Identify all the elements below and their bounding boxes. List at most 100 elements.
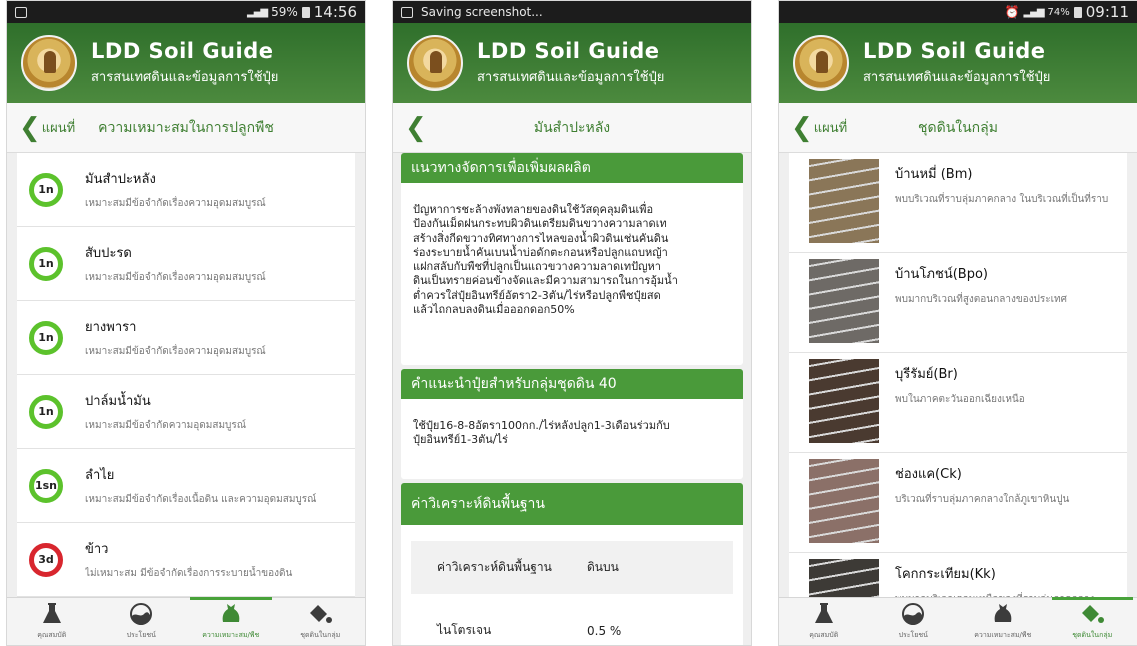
management-text: ปัญหาการชะล้างพังทลายของดินใช้วัสดุคลุมด… <box>401 183 743 331</box>
battery-percent: 59% <box>271 5 298 19</box>
soil-series-item[interactable]: ช่องแค(Ck) บริเวณที่ราบลุ่มภาคกลางใกล้ภูเ… <box>789 453 1127 553</box>
crop-detail-scroll[interactable]: แนวทางจัดการเพื่อเพิ่มผลผลิต ปัญหาการชะล… <box>393 153 751 645</box>
crop-list-container[interactable]: 1n มันสำปะหลังเหมาะสมมีข้อจำกัดเรื่องความ… <box>7 153 365 597</box>
status-time: 14:56 <box>313 3 357 21</box>
tab-label: ชุดดินในกลุ่ม <box>1072 631 1113 639</box>
analysis-table: ค่าวิเคราะห์ดินพื้นฐาน ดินบน ไนโตรเจน 0.… <box>411 541 733 645</box>
phone-screen-suitability: ▂▄▆ 59% 14:56 LDD Soil Guide สารสนเทศดิน… <box>6 0 366 646</box>
ldd-logo <box>21 35 77 91</box>
crop-list-item[interactable]: 1sn ลำไยเหมาะสมมีข้อจำกัดเรื่องเนื้อดิน แ… <box>17 449 355 523</box>
status-bar: ⏰ ▂▄▆ 74% 09:11 <box>779 1 1137 23</box>
crop-list-item[interactable]: 1n ยางพารา เหมาะสมมีข้อจำกัดเรื่องความอุดม… <box>17 301 355 375</box>
tab-label: ประโยชน์ <box>898 631 928 639</box>
back-label: แผนที่ <box>813 121 848 136</box>
crop-list-item[interactable]: 1n สับปะรด เหมาะสมมีข้อจำกัดเรื่องความอุดม… <box>17 227 355 301</box>
app-subtitle: สารสนเทศดินและข้อมูลการใช้ปุ๋ย <box>477 70 665 85</box>
tab-soil-bowl[interactable]: ประโยชน์ <box>869 598 959 645</box>
analysis-row: ไนโตรเจน 0.5 % <box>411 604 733 645</box>
soil-series-name: บ้านโภชน์(Bpo) <box>895 267 988 282</box>
soil-bowl-icon <box>128 602 154 626</box>
soil-series-desc: บริเวณที่ราบลุ่มภาคกลางใกล้ภูเขาหินปูน <box>895 494 1070 505</box>
crop-list-item[interactable]: 3d ข้าวไม่เหมาะสม มีข้อจำกัดเรื่องการระบา… <box>17 523 355 597</box>
tab-sack[interactable]: ความเหมาะสม/พืช <box>958 598 1048 645</box>
soil-series-item[interactable]: บ้านหมี่ (Bm) พบบริเวณที่ราบลุ่มภาคกลาง ใ… <box>789 153 1127 253</box>
soil-list-container[interactable]: บ้านหมี่ (Bm) พบบริเวณที่ราบลุ่มภาคกลาง ใ… <box>779 153 1137 597</box>
status-time: 09:11 <box>1085 3 1129 21</box>
status-bar: Saving screenshot... <box>393 1 751 23</box>
back-button[interactable]: ❮ <box>393 115 433 141</box>
text-line: ปุ๋ยอินทรีย์1-3ตัน/ไร่ <box>413 433 508 447</box>
soil-series-item[interactable]: โคกกระเทียม(Kk)พบมากบริเวณตอนเหนือของที่… <box>789 553 1127 597</box>
crop-name: ข้าว <box>85 542 109 557</box>
back-button[interactable]: ❮ แผนที่ <box>7 115 97 141</box>
crop-list-item[interactable]: 1n มันสำปะหลัง เหมาะสมมีข้อจำกัดเรื่องความ… <box>17 153 355 227</box>
tab-sack[interactable]: ความเหมาะสม/พืช <box>186 597 276 645</box>
nav-bar: ❮ มันสำปะหลัง <box>393 103 751 153</box>
screenshot-icon <box>401 6 413 18</box>
back-button[interactable]: ❮ แผนที่ <box>779 115 869 141</box>
nav-bar: ❮ แผนที่ ความเหมาะสมในการปลูกพืช <box>7 103 365 153</box>
sack-icon <box>992 602 1014 626</box>
crop-name: ลำไย <box>85 468 115 483</box>
signal-icon: ▂▄▆ <box>247 6 268 18</box>
soil-series-name: ช่องแค(Ck) <box>895 467 962 482</box>
analysis-table-header: ค่าวิเคราะห์ดินพื้นฐาน ดินบน <box>411 541 733 594</box>
analysis-heading: ค่าวิเคราะห์ดินพื้นฐาน <box>401 483 743 525</box>
analysis-col-name: ค่าวิเคราะห์ดินพื้นฐาน <box>437 560 552 574</box>
soil-series-desc: พบบริเวณที่ราบลุ่มภาคกลาง ในบริเวณที่เป็… <box>895 194 1109 205</box>
signal-icon: ▂▄▆ <box>1023 6 1044 18</box>
text-line: ร่องระบายน้ำคันเบนน้ำบ่อดักตะกอนหรือปลูก… <box>413 245 668 259</box>
text-line: ป้องกันเม็ดฝนกระทบผิวดินเตรียมดินขวางควา… <box>413 217 667 231</box>
page-title: มันสำปะหลัง <box>533 119 611 136</box>
soil-series-name: บุรีรัมย์(Br) <box>895 367 958 382</box>
analysis-row-name: ไนโตรเจน <box>437 623 492 637</box>
suitability-badge: 1n <box>29 246 63 281</box>
text-line: ต่ำควรใส่ปุ๋ยอินทรีย์อัตรา2-3ตัน/ไร่หรือ… <box>413 288 661 302</box>
analysis-card: ค่าวิเคราะห์ดินพื้นฐาน ค่าวิเคราะห์ดินพื… <box>401 483 743 645</box>
management-card: แนวทางจัดการเพื่อเพิ่มผลผลิต ปัญหาการชะล… <box>401 153 743 365</box>
tab-paint-bucket[interactable]: ชุดดินในกลุ่ม <box>1048 597 1137 645</box>
crop-list-item[interactable]: 1n ปาล์มน้ำมัน เหมาะสมมีข้อจำกัดความอุดมสม… <box>17 375 355 449</box>
suitability-badge: 1n <box>29 394 63 429</box>
text-line: ดินเป็นทรายค่อนข้างจัดและมีความสามารถในก… <box>413 274 678 288</box>
crop-suitability-desc: ไม่เหมาะสม มีข้อจำกัดเรื่องการระบายน้ำขอ… <box>85 568 293 579</box>
status-notification: Saving screenshot... <box>421 5 543 19</box>
crop-name: มันสำปะหลัง <box>85 172 156 187</box>
battery-percent: 74% <box>1047 6 1070 18</box>
fertilizer-card: คำแนะนำปุ๋ยสำหรับกลุ่มชุดดิน 40 ใช้ปุ๋ย1… <box>401 369 743 479</box>
soil-series-item[interactable]: บุรีรัมย์(Br) พบในภาคตะวันออกเฉียงเหนือ <box>789 353 1127 453</box>
soil-list: บ้านหมี่ (Bm) พบบริเวณที่ราบลุ่มภาคกลาง ใ… <box>779 153 1137 597</box>
tab-flask[interactable]: คุณสมบัติ <box>779 598 869 645</box>
crop-suitability-desc: เหมาะสมมีข้อจำกัดความอุดมสมบูรณ์ <box>85 420 247 431</box>
tab-label: คุณสมบัติ <box>37 631 67 639</box>
tab-label: คุณสมบัติ <box>809 631 839 639</box>
phone-screen-soil-series: ⏰ ▂▄▆ 74% 09:11 LDD Soil Guide สารสนเทศด… <box>778 0 1137 646</box>
tab-label: ชุดดินในกลุ่ม <box>300 631 341 639</box>
text-line: แล้วไถกลบลงดินเมื่อออกดอก50% <box>413 303 575 317</box>
tab-flask[interactable]: คุณสมบัติ <box>7 598 97 645</box>
crop-suitability-desc: เหมาะสมมีข้อจำกัดเรื่องเนื้อดิน และความอ… <box>85 494 317 505</box>
text-line: แฝกสลับกับพืชที่ปลูกเป็นแถวขวางความลาดเท… <box>413 260 661 274</box>
soil-bowl-icon <box>900 602 926 626</box>
analysis-col-topsoil: ดินบน <box>587 560 619 574</box>
status-bar: ▂▄▆ 59% 14:56 <box>7 1 365 23</box>
tab-paint-bucket[interactable]: ชุดดินในกลุ่ม <box>276 598 366 645</box>
suitability-badge: 3d <box>29 542 63 577</box>
paint-bucket-icon <box>307 602 333 626</box>
text-line: สร้างสิ่งกีดขวางทิศทางการไหลของน้ำผิวดิน… <box>413 231 669 245</box>
tab-soil-bowl[interactable]: ประโยชน์ <box>97 598 187 645</box>
crop-suitability-desc: เหมาะสมมีข้อจำกัดเรื่องความอุดมสมบูรณ์ <box>85 346 266 357</box>
nav-bar: ❮ แผนที่ ชุดดินในกลุ่ม <box>779 103 1137 153</box>
flask-icon <box>813 602 835 626</box>
suitability-badge: 1sn <box>29 468 63 503</box>
app-header: LDD Soil Guide สารสนเทศดินและข้อมูลการใช… <box>393 23 751 103</box>
fertilizer-text: ใช้ปุ๋ย16-8-8อัตรา100กก./ไร่หลังปลูก1-3เ… <box>401 399 743 462</box>
text-line: ใช้ปุ๋ย16-8-8อัตรา100กก./ไร่หลังปลูก1-3เ… <box>413 419 670 432</box>
crop-name: ยางพารา <box>85 320 137 335</box>
analysis-row-value: 0.5 % <box>587 623 622 638</box>
management-heading: แนวทางจัดการเพื่อเพิ่มผลผลิต <box>401 153 743 183</box>
soil-series-item[interactable]: บ้านโภชน์(Bpo) พบมากบริเวณที่สูงตอนกลางขอ… <box>789 253 1127 353</box>
back-label: แผนที่ <box>41 121 76 136</box>
text-line: ปัญหาการชะล้างพังทลายของดินใช้วัสดุคลุมด… <box>413 203 654 216</box>
tab-bar: คุณสมบัติ ประโยชน์ ความเหมาะสม/พืช ชุดดินใน… <box>779 597 1137 645</box>
